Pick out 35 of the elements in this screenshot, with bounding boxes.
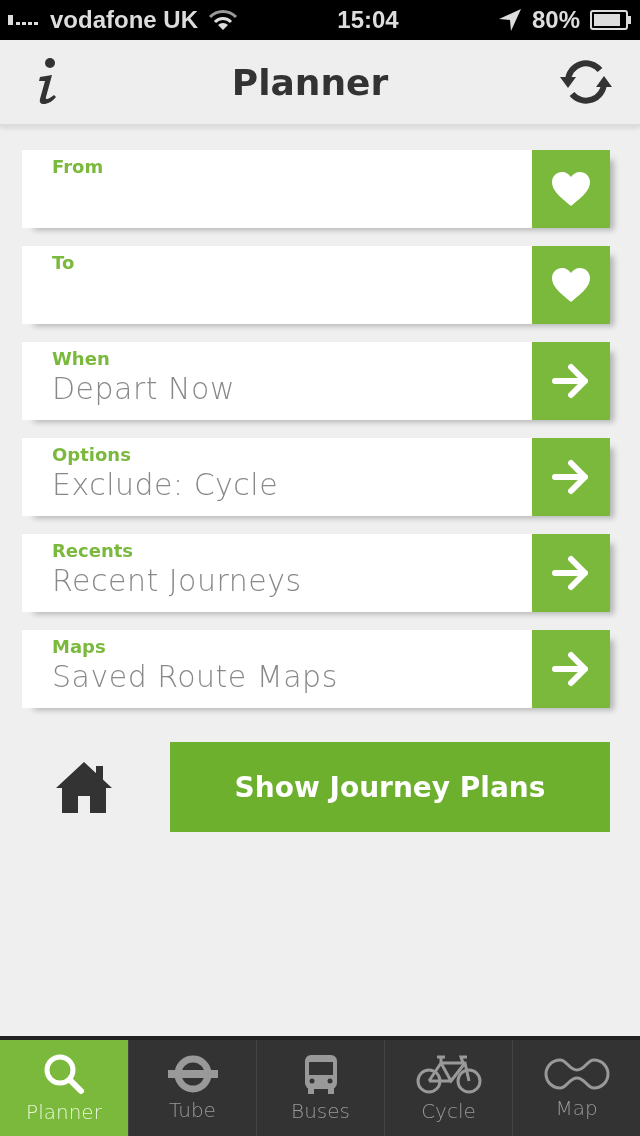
show-journey-plans-button[interactable]: Show Journey Plans [170,742,610,832]
battery-percentage: 80% [531,6,580,34]
heart-icon [551,171,591,207]
next-button[interactable] [532,534,610,612]
menu-item[interactable]: Recents Recent Journeys [22,534,532,612]
bus-icon [302,1053,339,1095]
bicycle-icon [414,1053,483,1095]
arrow-right-icon [551,555,591,591]
wifi-icon [208,9,238,31]
signal-icon [8,15,40,25]
menu-item[interactable]: When Depart Now [22,342,532,420]
input-field[interactable]: From [22,150,532,228]
roundel-icon [166,1054,219,1094]
location-arrow-icon [497,8,522,32]
arrow-right-icon [551,363,591,399]
refresh-icon[interactable] [558,57,614,107]
arrow-right-icon [551,651,591,687]
search-icon [42,1052,86,1096]
battery-icon [590,10,632,30]
next-button[interactable] [532,630,610,708]
heart-icon [551,267,591,303]
menu-item[interactable]: Options Exclude: Cycle [22,438,532,516]
clock-time: 15:04 [337,6,399,34]
next-button[interactable] [532,438,610,516]
arrow-right-icon [551,459,591,495]
favourite-button[interactable] [532,150,610,228]
tab[interactable]: Planner [0,1040,128,1136]
home-icon[interactable] [54,760,114,814]
menu-item[interactable]: Maps Saved Route Maps [22,630,532,708]
route-map-icon [542,1056,611,1092]
carrier-name: vodafone UK [50,6,198,34]
favourite-button[interactable] [532,246,610,324]
input-field[interactable]: To [22,246,532,324]
next-button[interactable] [532,342,610,420]
screen-title: Planner [231,61,389,103]
